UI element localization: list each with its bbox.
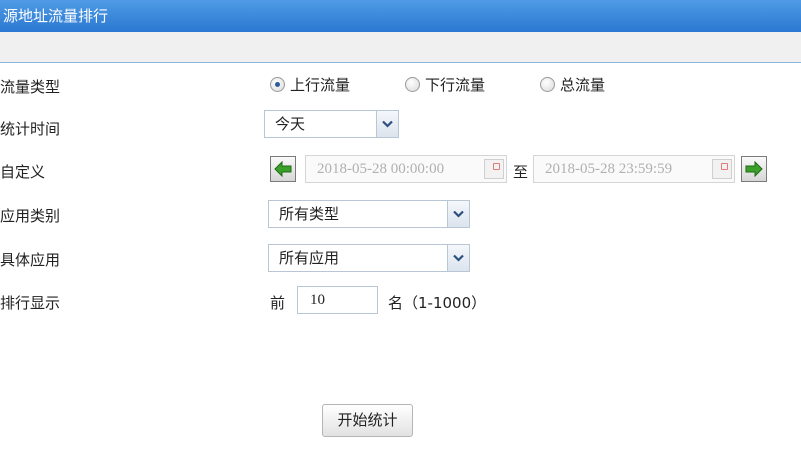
window-title-bar: 源地址流量排行 xyxy=(0,0,801,32)
rank-row: 排行显示 前 10 名（1-1000） xyxy=(0,286,801,316)
app-category-row: 应用类别 所有类型 xyxy=(0,199,801,229)
radio-total-label: 总流量 xyxy=(560,76,606,94)
end-datetime-input[interactable]: 2018-05-28 23:59:59 xyxy=(533,155,735,183)
start-datetime-value: 2018-05-28 00:00:00 xyxy=(317,161,445,177)
radio-downstream[interactable]: 下行流量 xyxy=(405,74,485,95)
prev-day-button[interactable] xyxy=(270,156,296,182)
app-category-select[interactable]: 所有类型 xyxy=(268,200,470,228)
radio-upstream[interactable]: 上行流量 xyxy=(270,74,350,95)
toolbar xyxy=(0,32,801,63)
calendar-icon[interactable] xyxy=(484,159,504,179)
stat-time-value: 今天 xyxy=(275,115,306,133)
traffic-type-row: 流量类型 上行流量 下行流量 总流量 xyxy=(0,70,801,100)
rank-count-input[interactable]: 10 xyxy=(297,286,378,314)
rank-label: 排行显示 xyxy=(0,294,61,312)
app-category-label: 应用类别 xyxy=(0,207,61,225)
window-title: 源地址流量排行 xyxy=(3,7,109,25)
rank-prefix: 前 xyxy=(270,294,286,312)
start-statistics-button[interactable]: 开始统计 xyxy=(322,404,413,437)
end-datetime-value: 2018-05-28 23:59:59 xyxy=(545,161,673,177)
radio-upstream-label: 上行流量 xyxy=(290,76,351,94)
custom-range-label: 自定义 xyxy=(0,163,46,181)
app-label: 具体应用 xyxy=(0,251,61,269)
radio-total-indicator[interactable] xyxy=(540,77,555,92)
stat-time-label: 统计时间 xyxy=(0,120,61,138)
chevron-down-icon[interactable] xyxy=(447,201,469,227)
rank-count-value: 10 xyxy=(310,292,325,308)
radio-upstream-indicator[interactable] xyxy=(270,77,285,92)
stat-time-select[interactable]: 今天 xyxy=(264,110,399,138)
radio-downstream-label: 下行流量 xyxy=(425,76,486,94)
range-separator: 至 xyxy=(513,163,529,181)
radio-total[interactable]: 总流量 xyxy=(540,74,605,95)
rank-suffix: 名（1-1000） xyxy=(388,294,487,312)
arrow-left-icon xyxy=(274,161,292,177)
arrow-right-icon xyxy=(745,161,763,177)
app-category-value: 所有类型 xyxy=(279,205,340,223)
app-select[interactable]: 所有应用 xyxy=(268,244,470,272)
calendar-icon[interactable] xyxy=(712,159,732,179)
chevron-down-icon[interactable] xyxy=(376,111,398,137)
start-datetime-input[interactable]: 2018-05-28 00:00:00 xyxy=(305,155,507,183)
traffic-type-label: 流量类型 xyxy=(0,78,61,96)
chevron-down-icon[interactable] xyxy=(447,245,469,271)
app-row: 具体应用 所有应用 xyxy=(0,243,801,273)
app-value: 所有应用 xyxy=(279,249,340,267)
next-day-button[interactable] xyxy=(741,156,767,182)
stat-time-row: 统计时间 今天 xyxy=(0,110,801,142)
custom-range-row: 自定义 2018-05-28 00:00:00 至 2018-05-28 23:… xyxy=(0,155,801,185)
radio-downstream-indicator[interactable] xyxy=(405,77,420,92)
